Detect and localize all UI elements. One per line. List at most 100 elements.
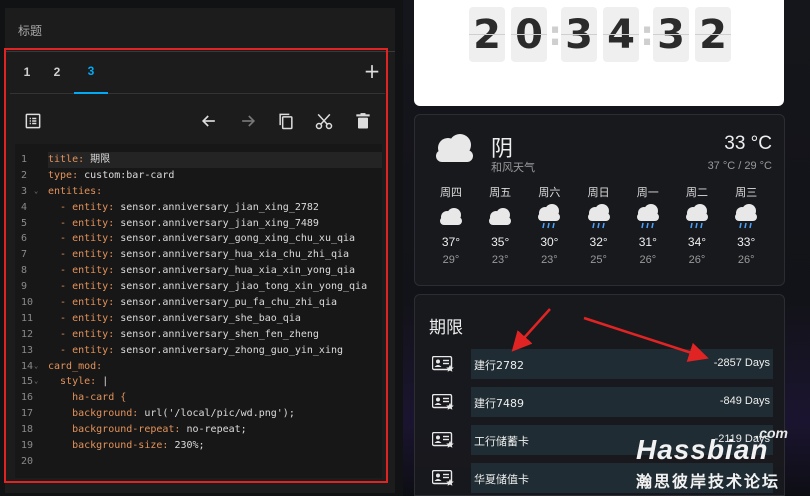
fold-chevron-icon[interactable]: ⌄ [34, 184, 38, 200]
code-key: card_mod: [48, 360, 103, 372]
forecast-day-name: 周二 [686, 186, 708, 199]
add-tab-button[interactable]: + [361, 59, 383, 83]
code-key: - entity: [48, 233, 115, 245]
code-line: title: 期限 [48, 152, 382, 168]
flip-clock-card: 2 0 : 3 4 : 3 2 [414, 0, 784, 106]
card-tabs: 1 2 3 + [10, 50, 385, 94]
rain-cloud-icon [577, 201, 621, 233]
code-key: - entity: [48, 344, 115, 356]
code-line: background-repeat: no-repeat; [48, 422, 382, 438]
weather-card[interactable]: 阴 和风天气 33 °C 37 °C / 29 °C 周四 37° 29° 周五 35°… [414, 114, 785, 286]
bar-row[interactable]: 建行7489 -849 Days [415, 387, 786, 417]
forecast-low: 23° [541, 254, 558, 266]
code-line: ha-card { [48, 390, 382, 406]
code-value: sensor.anniversary_jian_xing_2782 [114, 201, 319, 213]
rain-cloud-icon [527, 201, 571, 233]
forecast-low: 26° [639, 254, 657, 266]
line-number: 3 ⌄ [15, 184, 45, 200]
forecast-day: 周四 37° 29° [429, 185, 473, 266]
line-number: 15 ⌄ [15, 374, 45, 390]
line-number: 13 [21, 344, 34, 356]
line-number: 4 [21, 201, 28, 213]
code-value: sensor.anniversary_jiao_tong_xin_yong_qi… [114, 281, 368, 293]
line-number: 11 [21, 312, 34, 324]
code-key: - entity: [48, 249, 115, 261]
code-key: - entity: [48, 281, 115, 293]
code-key: - entity: [48, 201, 115, 213]
current-temperature: 33 °C [724, 133, 772, 154]
forecast-low: 25° [590, 254, 607, 266]
yaml-code-editor[interactable]: 1 2 3 ⌄ 4 5 6 7 8 9 10 11 12 13 14 ⌄ 15 ⌄ 16 17 18 19 20 title… [15, 144, 382, 478]
code-value: | [96, 376, 109, 388]
forecast-day-name: 周六 [538, 186, 561, 199]
code-line: - entity: sensor.anniversary_jian_xing_2… [48, 200, 382, 216]
bar-value: -2857 Days [713, 357, 770, 369]
line-number: 7 [21, 249, 28, 261]
card-account-details-icon [431, 469, 454, 490]
code-key: title: [48, 154, 85, 165]
copy-icon[interactable] [273, 108, 299, 134]
cloud-icon [432, 132, 476, 170]
line-number-gutter: 1 2 3 ⌄ 4 5 6 7 8 9 10 11 12 13 14 ⌄ 15 ⌄ 16 17 18 19 20 [15, 152, 45, 470]
code-line: background: url('/local/pic/wd.png'); [48, 406, 382, 422]
clock-digit: 0 [511, 7, 547, 62]
line-number: 6 [21, 233, 28, 245]
code-line: - entity: sensor.anniversary_pu_fa_chu_z… [48, 295, 382, 311]
forecast-day: 周五 35° 23° [478, 185, 522, 266]
card-account-details-icon [431, 393, 454, 414]
arrow-left-icon[interactable] [196, 108, 222, 134]
forecast-day-name: 周三 [735, 186, 758, 199]
fold-chevron-icon[interactable]: ⌄ [34, 359, 38, 375]
bar-label: 建行2782 [474, 359, 524, 372]
clock-colon: : [548, 14, 562, 54]
forecast-day-name: 周日 [587, 186, 610, 199]
code-line: - entity: sensor.anniversary_hua_xia_xin… [48, 263, 382, 279]
code-key: ha-card { [48, 392, 127, 404]
code-line: - entity: sensor.anniversary_jiao_tong_x… [48, 279, 382, 295]
code-value: 期限 [84, 154, 111, 165]
title-label: 标题 [18, 24, 43, 38]
weather-provider: 和风天气 [491, 161, 535, 174]
forecast-day-name: 周四 [440, 186, 462, 199]
fold-chevron-icon[interactable]: ⌄ [34, 374, 38, 390]
code-lines: title: 期限 type: custom:bar-card entities: … [48, 152, 382, 470]
cloud-icon [429, 201, 473, 233]
forecast-low: 26° [737, 254, 755, 266]
site-watermark: .com Hassbian 瀚思彼岸技术论坛 [630, 425, 810, 496]
forecast-high: 35° [491, 235, 510, 249]
code-value: sensor.anniversary_zhong_guo_yin_xing [114, 344, 344, 356]
code-value: 230%; [168, 440, 205, 452]
tab-2[interactable]: 2 [40, 50, 74, 94]
line-number: 17 [21, 408, 34, 420]
watermark-main: Hassbian [636, 434, 769, 465]
bar-value: -849 Days [719, 395, 770, 407]
title-field[interactable]: 标题 [5, 8, 395, 52]
forecast-day-name: 周一 [636, 186, 659, 199]
code-value: sensor.anniversary_hua_xia_chu_zhi_qia [114, 249, 350, 261]
bar-row[interactable]: 建行2782 -2857 Days [415, 349, 786, 379]
code-line: type: custom:bar-card [48, 168, 382, 184]
code-key: background: [48, 408, 139, 420]
line-number: 12 [21, 328, 34, 340]
toggle-editor-mode-icon[interactable] [20, 108, 46, 134]
cut-icon[interactable] [311, 108, 337, 134]
code-line: - entity: sensor.anniversary_jian_xing_7… [48, 216, 382, 232]
rain-cloud-icon [626, 201, 670, 233]
code-key: type: [48, 169, 79, 181]
forecast-high: 37° [441, 235, 461, 249]
delete-icon[interactable] [350, 108, 376, 134]
clock-colon: : [640, 14, 654, 54]
code-key: - entity: [48, 265, 115, 277]
clock-digit: 2 [695, 7, 731, 62]
line-number: 1 [21, 154, 28, 165]
forecast-low: 29° [442, 254, 460, 266]
line-number: 14 ⌄ [15, 359, 45, 375]
tab-1[interactable]: 1 [10, 50, 44, 94]
code-value: sensor.anniversary_shen_fen_zheng [114, 328, 319, 340]
tab-3[interactable]: 3 [74, 50, 108, 94]
code-line: - entity: sensor.anniversary_she_bao_qia [48, 311, 382, 327]
arrow-right-icon[interactable] [235, 108, 261, 134]
line-number: 18 [21, 424, 34, 436]
code-value: no-repeat; [180, 424, 247, 436]
